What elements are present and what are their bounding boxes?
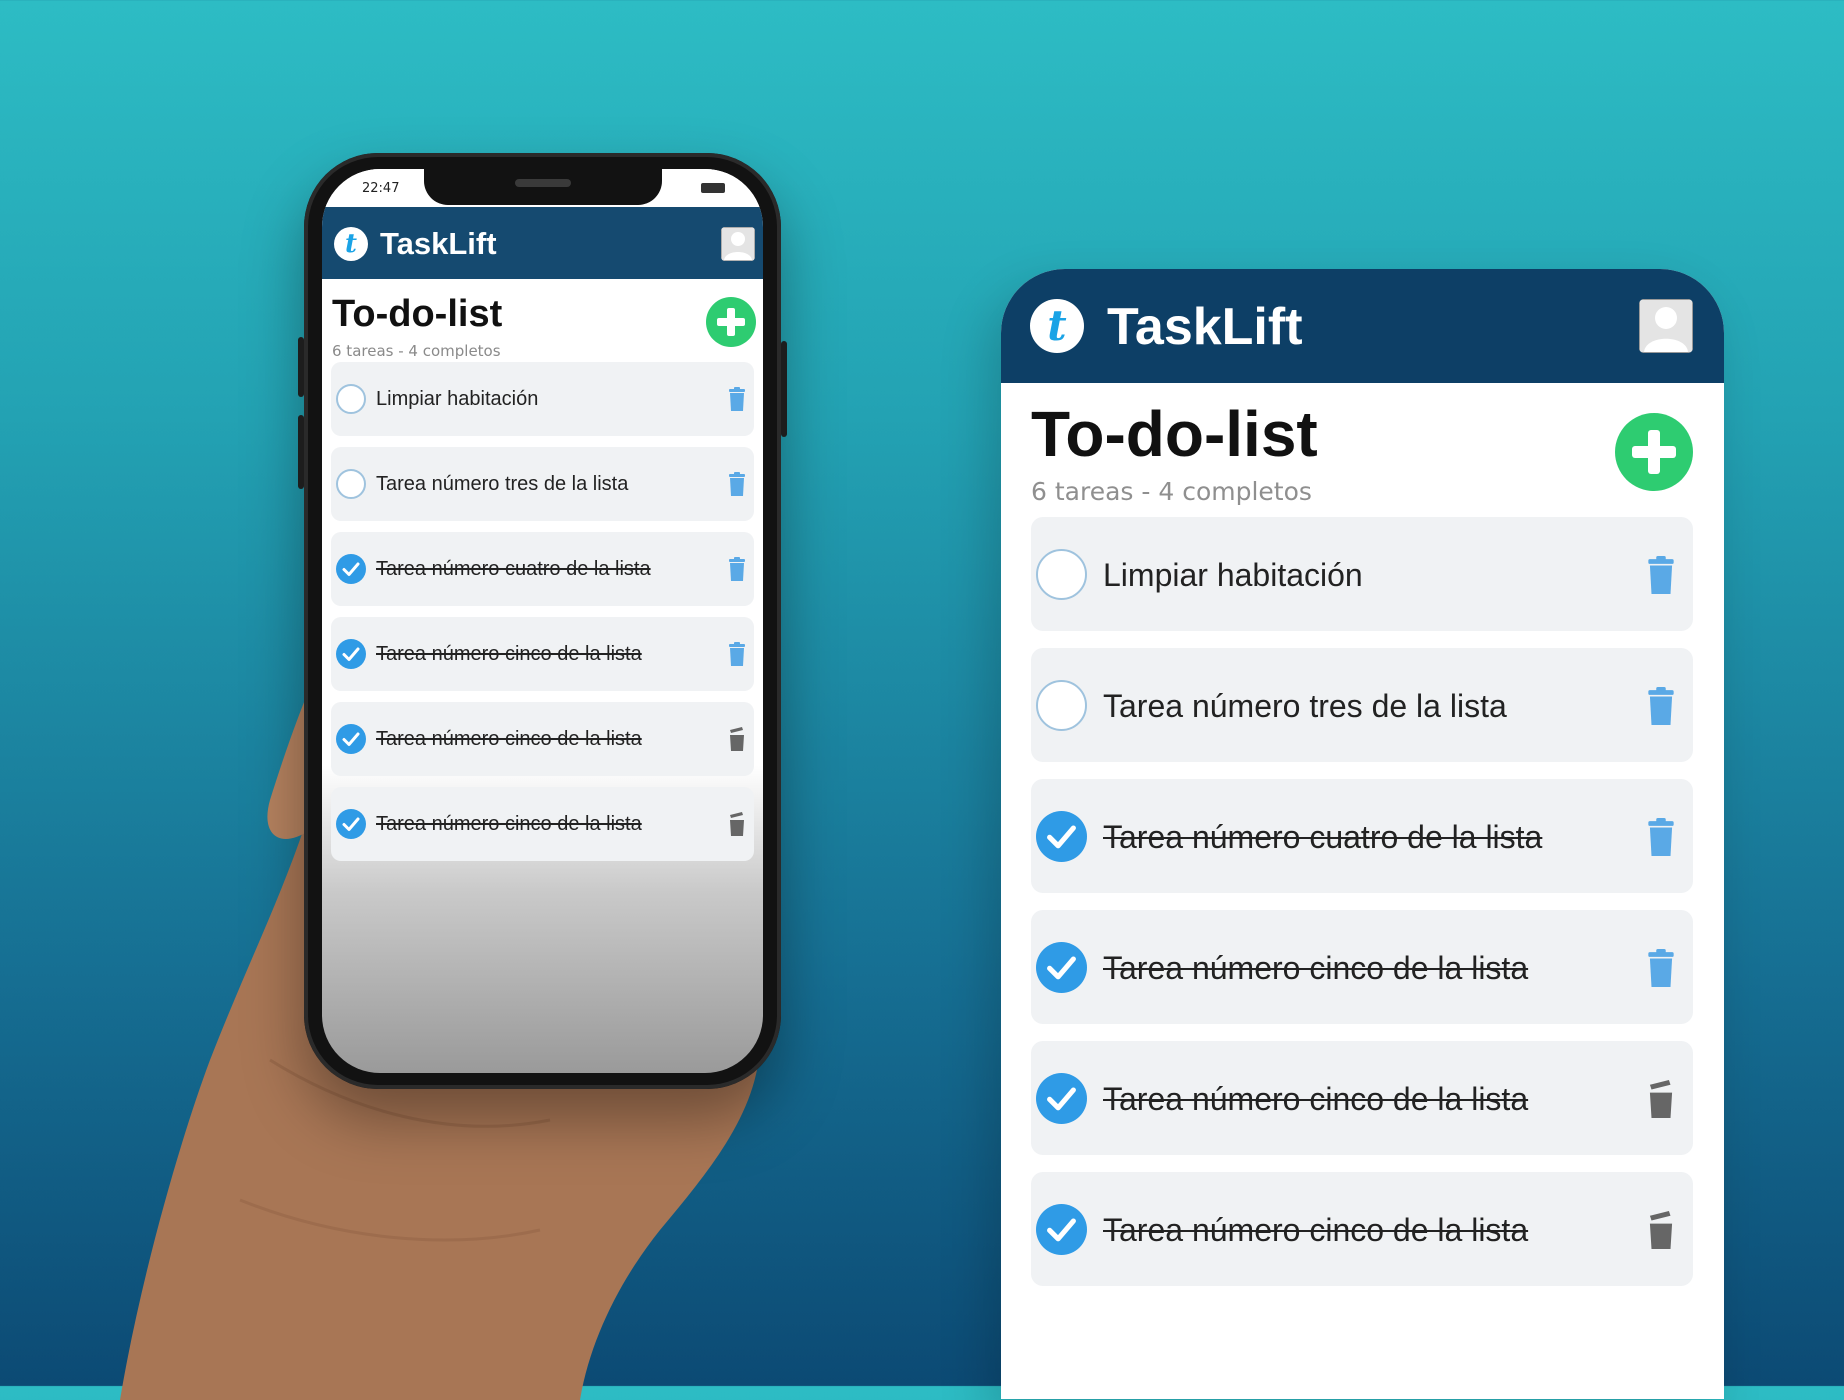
checkmark-icon <box>1047 825 1076 849</box>
phone-side-button <box>298 337 304 397</box>
task-label: Tarea número cinco de la lista <box>376 728 642 750</box>
task-checkbox-checked[interactable] <box>1036 1204 1087 1255</box>
task-label: Tarea número cuatro de la lista <box>1103 819 1543 855</box>
task-checkbox-checked[interactable] <box>336 724 366 754</box>
task-item[interactable]: Tarea número cinco de la lista <box>331 702 754 776</box>
task-item[interactable]: Tarea número tres de la lista <box>331 447 754 521</box>
task-label: Tarea número tres de la lista <box>376 473 629 495</box>
trash-icon[interactable] <box>1646 687 1676 725</box>
trash-icon[interactable] <box>728 472 746 496</box>
plus-icon <box>1632 430 1676 474</box>
task-label: Tarea número cinco de la lista <box>1103 1212 1529 1248</box>
page-title: To-do-list <box>1031 398 1318 470</box>
task-item[interactable]: Tarea número cinco de la lista <box>1031 910 1693 1024</box>
task-item[interactable]: Tarea número cinco de la lista <box>1031 1172 1693 1286</box>
page-title: To-do-list <box>332 293 503 335</box>
task-checkbox-checked[interactable] <box>1036 1073 1087 1124</box>
task-checkbox-checked[interactable] <box>1036 942 1087 993</box>
trash-icon[interactable] <box>1646 1211 1676 1249</box>
task-item[interactable]: Tarea número cuatro de la lista <box>1031 779 1693 893</box>
checkmark-icon <box>1047 1218 1076 1242</box>
user-avatar-icon[interactable] <box>1639 299 1693 353</box>
phone-notch <box>424 169 662 205</box>
tasklift-logo-icon[interactable]: t <box>334 227 368 261</box>
task-item[interactable]: Tarea número cinco de la lista <box>331 617 754 691</box>
phone-screen: 22:47 t TaskLift To-do-list 6 tareas - 4… <box>322 169 763 1073</box>
tasklift-logo-icon[interactable]: t <box>1030 299 1084 353</box>
brand-name: TaskLift <box>1107 298 1303 356</box>
task-item[interactable]: Limpiar habitación <box>1031 517 1693 631</box>
trash-icon[interactable] <box>728 642 746 666</box>
trash-icon[interactable] <box>728 387 746 411</box>
task-checkbox[interactable] <box>1036 680 1087 731</box>
checkmark-icon <box>342 817 360 831</box>
task-label: Tarea número cinco de la lista <box>1103 1081 1529 1117</box>
trash-icon[interactable] <box>728 812 746 836</box>
trash-icon[interactable] <box>728 557 746 581</box>
trash-icon[interactable] <box>1646 949 1676 987</box>
task-label: Limpiar habitación <box>1103 557 1363 593</box>
checkmark-icon <box>342 732 360 746</box>
task-checkbox[interactable] <box>336 384 366 414</box>
task-summary: 6 tareas - 4 completos <box>332 342 501 360</box>
task-label: Tarea número cinco de la lista <box>376 813 642 835</box>
trash-icon[interactable] <box>1646 818 1676 856</box>
task-label: Tarea número cinco de la lista <box>376 643 642 665</box>
task-label: Limpiar habitación <box>376 388 539 410</box>
phone-mockup: 22:47 t TaskLift To-do-list 6 tareas - 4… <box>298 153 787 1089</box>
task-label: Tarea número cinco de la lista <box>1103 950 1529 986</box>
brand-name: TaskLift <box>380 226 497 261</box>
checkmark-icon <box>342 562 360 576</box>
checkmark-icon <box>342 647 360 661</box>
task-checkbox-checked[interactable] <box>1036 811 1087 862</box>
phone-side-button <box>781 341 787 437</box>
task-item[interactable]: Tarea número cinco de la lista <box>1031 1041 1693 1155</box>
trash-icon[interactable] <box>728 727 746 751</box>
task-label: Tarea número tres de la lista <box>1103 688 1507 724</box>
task-checkbox-checked[interactable] <box>336 639 366 669</box>
add-task-button[interactable] <box>1615 413 1693 491</box>
task-checkbox[interactable] <box>336 469 366 499</box>
checkmark-icon <box>1047 956 1076 980</box>
task-item[interactable]: Tarea número tres de la lista <box>1031 648 1693 762</box>
task-checkbox-checked[interactable] <box>336 554 366 584</box>
task-checkbox[interactable] <box>1036 549 1087 600</box>
phone-side-button <box>298 415 304 489</box>
app-header: t TaskLift <box>1001 269 1724 383</box>
user-avatar-icon[interactable] <box>721 227 755 261</box>
task-item[interactable]: Tarea número cuatro de la lista <box>331 532 754 606</box>
battery-icon <box>701 183 725 193</box>
checkmark-icon <box>1047 1087 1076 1111</box>
task-summary: 6 tareas - 4 completos <box>1031 477 1312 506</box>
status-time: 22:47 <box>362 181 400 196</box>
task-checkbox-checked[interactable] <box>336 809 366 839</box>
task-label: Tarea número cuatro de la lista <box>376 558 651 580</box>
speaker <box>515 179 571 187</box>
plus-icon <box>717 308 745 336</box>
task-item[interactable]: Limpiar habitación <box>331 362 754 436</box>
trash-icon[interactable] <box>1646 556 1676 594</box>
app-header: t TaskLift <box>322 207 763 279</box>
add-task-button[interactable] <box>706 297 756 347</box>
task-item[interactable]: Tarea número cinco de la lista <box>331 787 754 861</box>
trash-icon[interactable] <box>1646 1080 1676 1118</box>
app-panel-enlarged: t TaskLift To-do-list 6 tareas - 4 compl… <box>1001 269 1724 1399</box>
status-bar: 22:47 <box>322 169 763 207</box>
